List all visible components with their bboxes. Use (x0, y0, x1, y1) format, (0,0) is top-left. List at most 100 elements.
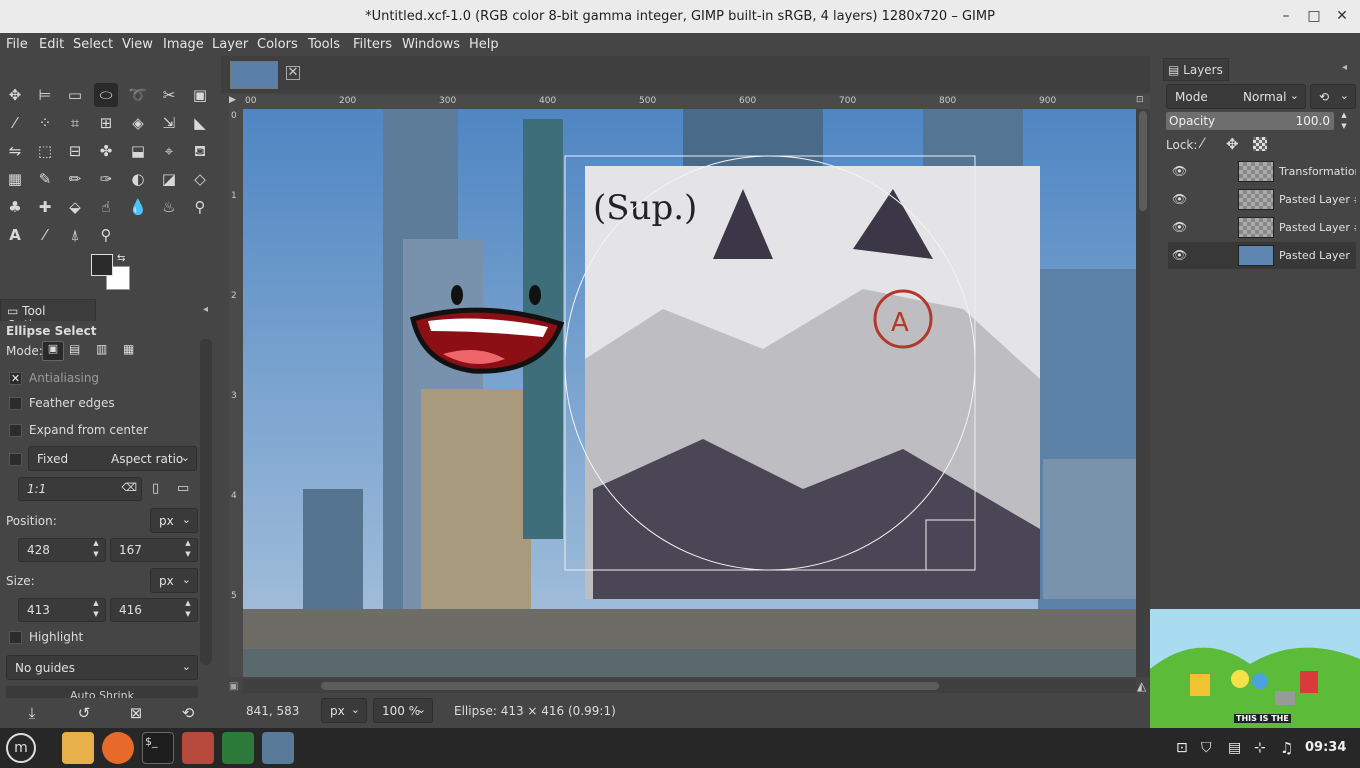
left-dock-handle[interactable] (221, 56, 229, 696)
flip-icon[interactable]: ⇋ (3, 139, 27, 163)
quick-mask-icon[interactable]: ▶ (229, 95, 243, 109)
screenshot-icon[interactable] (262, 732, 294, 764)
lasso-icon[interactable]: ➰ (126, 83, 150, 107)
layers-tab[interactable]: ▤ Layers (1163, 58, 1229, 81)
layer-row[interactable]: 👁 Pasted Layer # (1168, 214, 1356, 241)
right-dock-handle[interactable] (1150, 56, 1160, 609)
swap-colors-icon[interactable]: ⇆ (117, 253, 125, 264)
menu-file[interactable]: File (6, 37, 28, 52)
ratio-input[interactable]: 1:1 ⌫ (18, 477, 142, 501)
size-width-spinner[interactable]: ▲ ▼ (88, 598, 104, 622)
paintbrush-icon[interactable]: ✎ (33, 167, 57, 191)
image-canvas[interactable]: A (Sup.) (243, 109, 1136, 677)
auto-shrink-button[interactable]: Auto Shrink (6, 686, 198, 698)
zoom-fit-icon[interactable]: ⊡ (1136, 95, 1150, 109)
rotate-icon[interactable]: ◈ (126, 111, 150, 135)
eye-icon[interactable]: 👁 (1172, 192, 1187, 206)
menu-tools[interactable]: Tools (308, 37, 340, 52)
lock-position-icon[interactable]: ✥ (1226, 135, 1239, 153)
heal-icon[interactable]: ✚ (33, 195, 57, 219)
menu-edit[interactable]: Edit (39, 37, 64, 52)
position-y-spinner[interactable]: ▲ ▼ (180, 538, 196, 562)
text-tool-icon[interactable]: A (3, 223, 27, 247)
lock-pixels-icon[interactable]: ⁄ (1201, 136, 1203, 152)
expand-from-center-checkbox[interactable] (9, 424, 22, 437)
pencil-icon[interactable]: ✏ (63, 167, 87, 191)
layers-panel-menu-icon[interactable]: ◂ (1342, 62, 1347, 73)
size-height-spinner[interactable]: ▲ ▼ (180, 598, 196, 622)
crop-icon[interactable]: ⌗ (63, 111, 87, 135)
zoom-dropdown[interactable]: 100 % ⌄ (373, 698, 433, 723)
clock[interactable]: 09:34 (1305, 740, 1346, 755)
scale-icon[interactable]: ⇲ (157, 111, 181, 135)
video-overlay[interactable]: THIS IS THE (1150, 609, 1360, 728)
network-icon[interactable]: ⊹ (1254, 740, 1266, 756)
layer-row[interactable]: 👁 Transformation (1168, 158, 1356, 185)
updates-icon[interactable]: ⊡ (1176, 740, 1188, 756)
mypaint-brush-icon[interactable]: ◪ (157, 167, 181, 191)
opacity-spinner[interactable]: ▲ ▼ (1336, 110, 1352, 130)
horizontal-scrollbar[interactable] (243, 679, 1136, 693)
vertical-scrollbar[interactable] (1136, 109, 1150, 677)
menu-image[interactable]: Image (163, 37, 204, 52)
select-by-color-icon[interactable]: ⁘ (33, 111, 57, 135)
fixed-checkbox[interactable] (9, 453, 22, 466)
blur-icon[interactable]: 💧 (126, 195, 150, 219)
landscape-icon[interactable]: ▭ (177, 481, 189, 496)
layer-row[interactable]: 👁 Pasted Layer # (1168, 186, 1356, 213)
eye-icon[interactable]: 👁 (1172, 164, 1187, 178)
color-picker-icon[interactable]: ⁄ (33, 223, 57, 247)
eye-icon[interactable]: 👁 (1172, 248, 1187, 262)
size-unit-dropdown[interactable]: px ⌄ (150, 568, 198, 593)
delete-options-icon[interactable]: ⊠ (125, 702, 147, 724)
gimp-icon[interactable] (182, 732, 214, 764)
clone-icon[interactable]: ♣ (3, 195, 27, 219)
menu-filters[interactable]: Filters (353, 37, 392, 52)
zoom-icon[interactable]: ⚲ (94, 223, 118, 247)
eye-icon[interactable]: 👁 (1172, 220, 1187, 234)
unified-transform-icon[interactable]: ⊞ (94, 111, 118, 135)
foreground-color-swatch[interactable] (91, 254, 113, 276)
composite-mode-dropdown[interactable]: ⟲ ⌄ (1310, 84, 1356, 109)
tool-options-scrollbar[interactable] (200, 339, 212, 665)
perspective-clone-icon[interactable]: ⬙ (63, 195, 87, 219)
mode-add-icon[interactable]: ▤ (69, 342, 80, 356)
portrait-icon[interactable]: ▯ (152, 481, 159, 496)
terminal-icon[interactable]: $_ (142, 732, 174, 764)
restore-options-icon[interactable]: ↺ (73, 702, 95, 724)
measure-icon[interactable]: ⚲ (188, 195, 212, 219)
image-tab-thumbnail[interactable] (230, 61, 278, 89)
save-options-icon[interactable]: ⤓ (21, 702, 43, 724)
gradient-icon[interactable]: ▦ (3, 167, 27, 191)
navigate-icon[interactable]: ▣ (229, 681, 238, 692)
position-x-spinner[interactable]: ▲ ▼ (88, 538, 104, 562)
guides-dropdown[interactable]: No guides ⌄ (6, 655, 198, 680)
reset-options-icon[interactable]: ⟲ (177, 702, 199, 724)
menu-help[interactable]: Help (469, 37, 499, 52)
mode-intersect-icon[interactable]: ▦ (123, 342, 134, 356)
menu-windows[interactable]: Windows (402, 37, 460, 52)
feather-edges-checkbox[interactable] (9, 397, 22, 410)
rect-select-icon[interactable]: ▭ (63, 83, 87, 107)
ellipse-select-icon[interactable]: ⬭ (94, 83, 118, 107)
vpn-shield-icon[interactable] (222, 732, 254, 764)
bucket-fill-icon[interactable]: ⛾ (188, 139, 212, 163)
foreground-select-icon[interactable]: ▣ (188, 83, 212, 107)
layer-mode-dropdown[interactable]: Mode Normal ⌄ (1166, 84, 1306, 109)
tool-options-tab[interactable]: ▭ Tool Options (0, 299, 96, 332)
layer-row-selected[interactable]: 👁 Pasted Layer (1168, 242, 1356, 269)
mode-replace-icon[interactable]: ▣ (42, 341, 64, 361)
panel-menu-icon[interactable]: ◂ (203, 304, 208, 315)
airbrush-icon[interactable]: ✑ (94, 167, 118, 191)
files-icon[interactable] (62, 732, 94, 764)
gegl-icon[interactable]: ⍋ (63, 223, 87, 247)
lock-alpha-icon[interactable] (1253, 137, 1267, 151)
firefox-icon[interactable] (102, 732, 134, 764)
close-image-tab-icon[interactable]: ✕ (286, 66, 300, 80)
shear-icon[interactable]: ◣ (188, 111, 212, 135)
opacity-slider[interactable]: Opacity 100.0 (1166, 112, 1334, 130)
menu-layer[interactable]: Layer (212, 37, 248, 52)
menu-select[interactable]: Select (73, 37, 113, 52)
handle-transform-icon[interactable]: ⬓ (126, 139, 150, 163)
mint-menu-icon[interactable]: m (6, 733, 36, 763)
